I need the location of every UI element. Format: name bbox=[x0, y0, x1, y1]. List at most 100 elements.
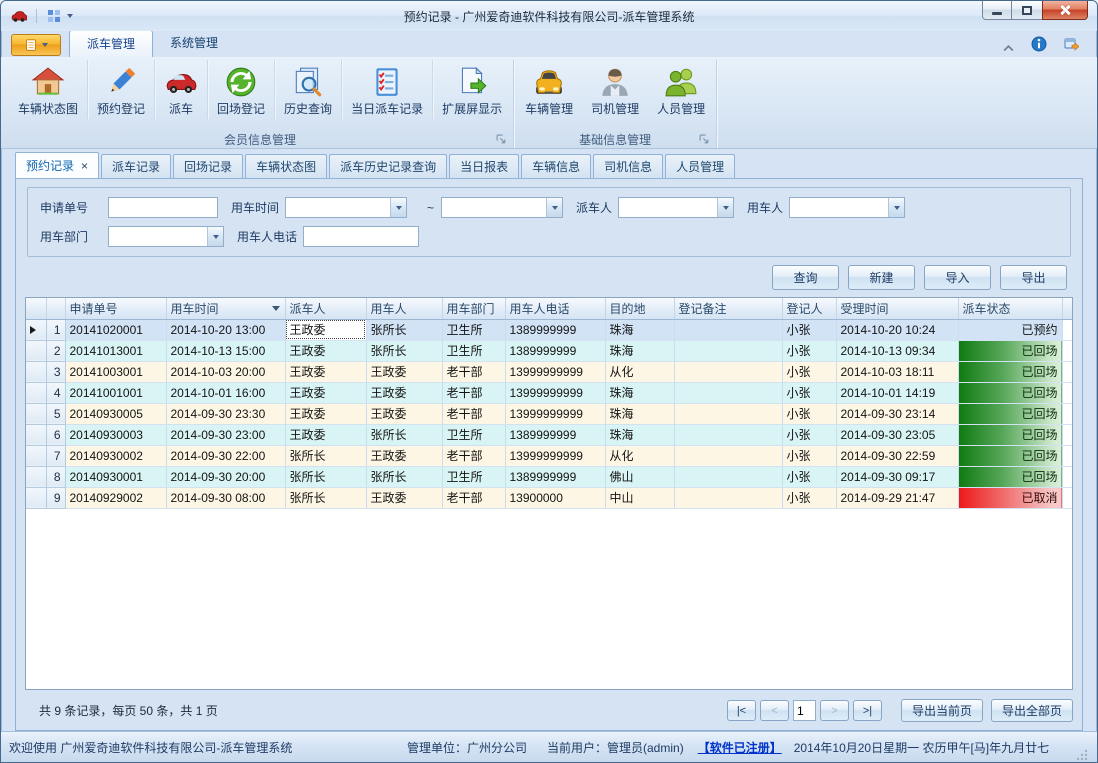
row-indicator-cell[interactable] bbox=[26, 445, 46, 466]
cell-dispatcher[interactable]: 王政委 bbox=[285, 424, 366, 445]
cell-remark[interactable] bbox=[674, 466, 782, 487]
cell-order_no[interactable]: 20140930005 bbox=[65, 403, 166, 424]
row-number-cell[interactable]: 2 bbox=[46, 340, 65, 361]
cell-dispatcher[interactable]: 王政委 bbox=[285, 361, 366, 382]
cell-accept_time[interactable]: 2014-10-20 10:24 bbox=[836, 319, 958, 340]
cell-dept[interactable]: 卫生所 bbox=[442, 466, 505, 487]
row-indicator-cell[interactable] bbox=[26, 382, 46, 403]
ribbon-button[interactable]: 当日派车记录 bbox=[342, 60, 433, 119]
cell-user[interactable]: 王政委 bbox=[366, 487, 442, 508]
ribbon-tab-2[interactable]: 系统管理 bbox=[153, 30, 235, 57]
application-menu-button[interactable] bbox=[11, 34, 61, 56]
doc-tab-5[interactable]: 派车历史记录查询 bbox=[329, 154, 447, 178]
cell-remark[interactable] bbox=[674, 445, 782, 466]
cell-accept_time[interactable]: 2014-10-13 09:34 bbox=[836, 340, 958, 361]
cell-remark[interactable] bbox=[674, 424, 782, 445]
cell-user[interactable]: 王政委 bbox=[366, 361, 442, 382]
cell-remark[interactable] bbox=[674, 319, 782, 340]
doc-tab-8[interactable]: 司机信息 bbox=[593, 154, 663, 178]
row-number-cell[interactable]: 3 bbox=[46, 361, 65, 382]
cell-status[interactable]: 已预约 bbox=[958, 319, 1062, 340]
doc-tab-6[interactable]: 当日报表 bbox=[449, 154, 519, 178]
ribbon-button[interactable]: 车辆管理 bbox=[516, 60, 582, 119]
cell-accept_time[interactable]: 2014-10-01 14:19 bbox=[836, 382, 958, 403]
doc-tab-1[interactable]: 预约记录× bbox=[15, 152, 99, 178]
column-header-registrar[interactable]: 登记人 bbox=[782, 298, 836, 319]
cell-remark[interactable] bbox=[674, 487, 782, 508]
cell-registrar[interactable]: 小张 bbox=[782, 319, 836, 340]
dept-select[interactable] bbox=[108, 226, 224, 247]
cell-remark[interactable] bbox=[674, 403, 782, 424]
cell-order_no[interactable]: 20141020001 bbox=[65, 319, 166, 340]
cell-accept_time[interactable]: 2014-09-30 23:14 bbox=[836, 403, 958, 424]
export-button[interactable]: 导出 bbox=[1000, 265, 1067, 290]
row-indicator-cell[interactable] bbox=[26, 361, 46, 382]
row-indicator-cell[interactable] bbox=[26, 403, 46, 424]
cell-accept_time[interactable]: 2014-09-30 23:05 bbox=[836, 424, 958, 445]
phone-input[interactable] bbox=[303, 226, 419, 247]
chevron-down-icon[interactable] bbox=[67, 14, 73, 18]
info-icon[interactable] bbox=[1031, 36, 1047, 52]
cell-remark[interactable] bbox=[674, 361, 782, 382]
cell-dept[interactable]: 卫生所 bbox=[442, 424, 505, 445]
layout-icon[interactable] bbox=[46, 8, 62, 24]
row-number-cell[interactable]: 1 bbox=[46, 319, 65, 340]
minimize-button[interactable] bbox=[982, 1, 1012, 20]
cell-dept[interactable]: 老干部 bbox=[442, 445, 505, 466]
user-select[interactable] bbox=[789, 197, 905, 218]
cell-phone[interactable]: 13999999999 bbox=[505, 382, 605, 403]
combo-dropdown-button[interactable] bbox=[546, 198, 562, 217]
dialog-launcher-icon[interactable] bbox=[699, 134, 710, 145]
cell-phone[interactable]: 1389999999 bbox=[505, 319, 605, 340]
cell-dispatcher[interactable]: 张所长 bbox=[285, 445, 366, 466]
cell-order_no[interactable]: 20140930001 bbox=[65, 466, 166, 487]
cell-phone[interactable]: 13999999999 bbox=[505, 445, 605, 466]
row-number-cell[interactable]: 6 bbox=[46, 424, 65, 445]
cell-accept_time[interactable]: 2014-09-30 09:17 bbox=[836, 466, 958, 487]
new-button[interactable]: 新建 bbox=[848, 265, 915, 290]
ribbon-button[interactable]: 扩展屏显示 bbox=[433, 60, 511, 119]
cell-status[interactable]: 已回场 bbox=[958, 361, 1062, 382]
cell-dept[interactable]: 老干部 bbox=[442, 382, 505, 403]
user-select-input[interactable] bbox=[790, 198, 888, 217]
row-indicator-cell[interactable] bbox=[26, 340, 46, 361]
cell-dispatcher[interactable]: 张所长 bbox=[285, 466, 366, 487]
cell-registrar[interactable]: 小张 bbox=[782, 403, 836, 424]
row-number-cell[interactable]: 9 bbox=[46, 487, 65, 508]
cell-accept_time[interactable]: 2014-09-30 22:59 bbox=[836, 445, 958, 466]
maximize-button[interactable] bbox=[1012, 1, 1042, 20]
dispatcher-select[interactable] bbox=[618, 197, 734, 218]
page-number-input[interactable] bbox=[793, 700, 816, 721]
cell-destination[interactable]: 珠海 bbox=[605, 424, 674, 445]
cell-destination[interactable]: 佛山 bbox=[605, 466, 674, 487]
export-current-page-button[interactable]: 导出当前页 bbox=[901, 699, 983, 722]
dispatcher-select-input[interactable] bbox=[619, 198, 717, 217]
column-header-remark[interactable]: 登记备注 bbox=[674, 298, 782, 319]
cell-destination[interactable]: 珠海 bbox=[605, 403, 674, 424]
cell-destination[interactable]: 珠海 bbox=[605, 340, 674, 361]
cell-dispatcher[interactable]: 张所长 bbox=[285, 487, 366, 508]
row-indicator-cell[interactable] bbox=[26, 466, 46, 487]
next-page-button[interactable]: > bbox=[820, 700, 849, 721]
ribbon-button[interactable]: 车辆状态图 bbox=[9, 60, 88, 119]
cell-dept[interactable]: 卫生所 bbox=[442, 319, 505, 340]
cell-use_time[interactable]: 2014-10-03 20:00 bbox=[166, 361, 285, 382]
query-button[interactable]: 查询 bbox=[772, 265, 839, 290]
cell-phone[interactable]: 1389999999 bbox=[505, 340, 605, 361]
row-indicator-cell[interactable] bbox=[26, 424, 46, 445]
column-header-user[interactable]: 用车人 bbox=[366, 298, 442, 319]
cell-status[interactable]: 已回场 bbox=[958, 445, 1062, 466]
dialog-launcher-icon[interactable] bbox=[496, 134, 507, 145]
cell-use_time[interactable]: 2014-09-30 23:00 bbox=[166, 424, 285, 445]
combo-dropdown-button[interactable] bbox=[207, 227, 223, 246]
cell-registrar[interactable]: 小张 bbox=[782, 382, 836, 403]
close-button[interactable] bbox=[1042, 1, 1088, 20]
cell-user[interactable]: 王政委 bbox=[366, 445, 442, 466]
combo-dropdown-button[interactable] bbox=[717, 198, 733, 217]
cell-destination[interactable]: 从化 bbox=[605, 361, 674, 382]
cell-order_no[interactable]: 20141001001 bbox=[65, 382, 166, 403]
cell-status[interactable]: 已回场 bbox=[958, 340, 1062, 361]
cell-order_no[interactable]: 20141013001 bbox=[65, 340, 166, 361]
row-number-cell[interactable]: 8 bbox=[46, 466, 65, 487]
row-indicator-cell[interactable] bbox=[26, 319, 46, 340]
